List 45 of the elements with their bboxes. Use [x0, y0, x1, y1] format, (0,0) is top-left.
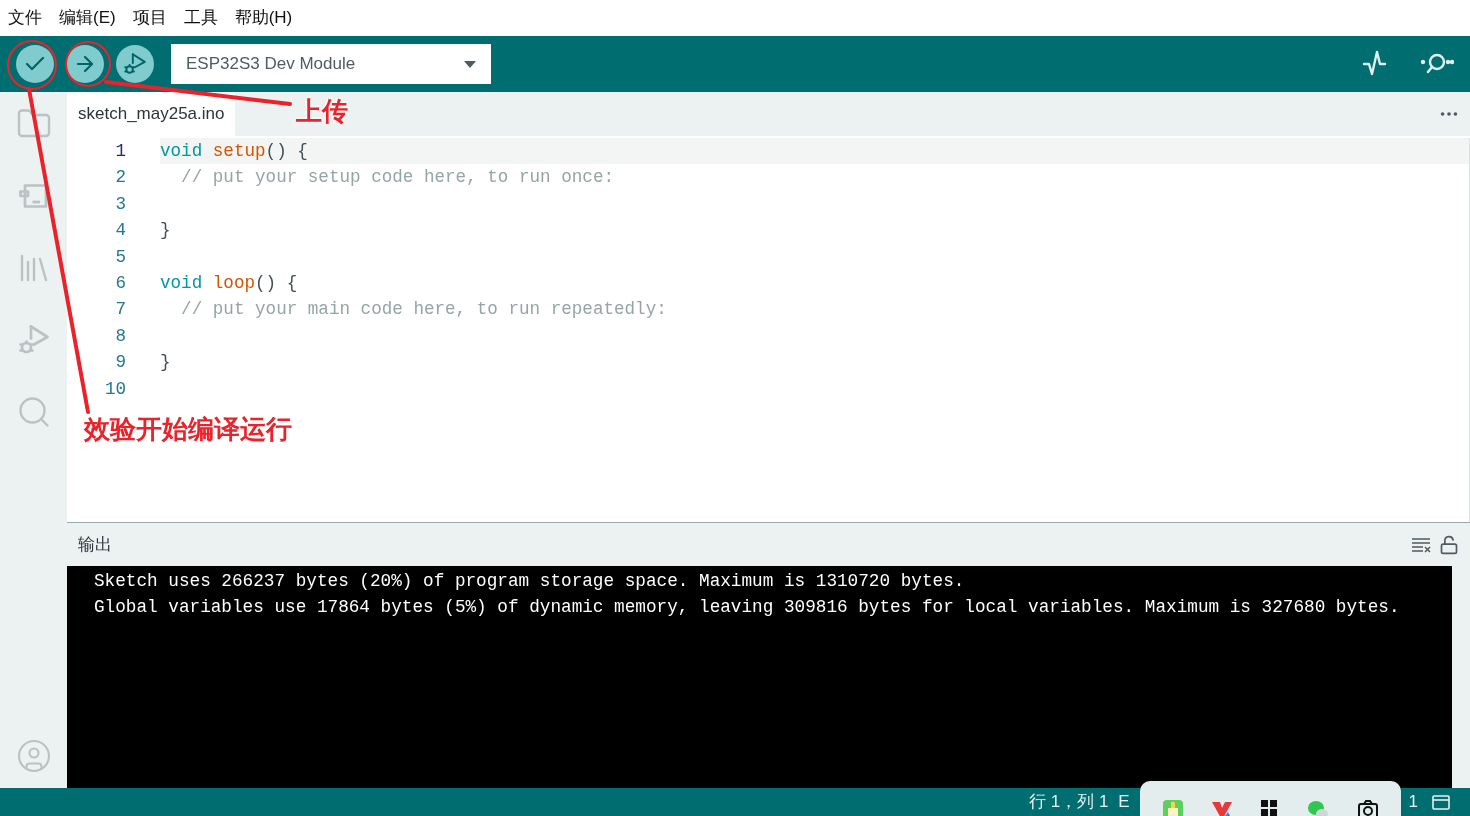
code-line: void loop() {	[160, 272, 298, 293]
verify-button[interactable]	[16, 45, 54, 83]
windows-icon[interactable]	[1261, 800, 1278, 816]
menu-item[interactable]: 项目	[132, 5, 167, 31]
line-number: 7	[115, 298, 126, 322]
line-number: 6	[115, 271, 126, 295]
line-number: 10	[104, 377, 126, 401]
board-select[interactable]: ESP32S3 Dev Module	[171, 44, 491, 84]
code-line: }	[160, 220, 171, 241]
plotter-icon[interactable]	[1362, 50, 1388, 78]
window-icon[interactable]	[1432, 794, 1450, 810]
line-number: 5	[115, 245, 126, 269]
code-line: // put your setup code here, to run once:	[180, 167, 614, 188]
line-number: 4	[115, 219, 126, 243]
output-title: 输出	[78, 533, 112, 556]
annotation-circle	[7, 40, 57, 90]
status-count: 1	[1408, 791, 1418, 814]
upload-button[interactable]	[66, 45, 104, 83]
line-number: 9	[115, 351, 126, 375]
annotation-circle	[65, 41, 111, 87]
annotation-label: 上传	[296, 95, 348, 128]
file-tab[interactable]: sketch_may25a.ino	[67, 92, 236, 136]
code-line: void setup() {	[160, 141, 308, 161]
console-line: Sketch uses 266237 bytes (20%) of program storage space. Maximum is 1310720 bytes.	[94, 570, 966, 593]
debug-icon	[122, 51, 148, 77]
menu-item[interactable]: 帮助(H)	[234, 5, 293, 31]
unlocked-icon[interactable]	[1439, 534, 1459, 555]
annotation-label: 效验开始编译运行	[84, 413, 292, 446]
menu-item[interactable]: 文件	[8, 5, 42, 31]
code-line: }	[160, 352, 171, 373]
clear-output-icon[interactable]	[1411, 536, 1431, 553]
menu-item[interactable]: 编辑(E)	[59, 5, 116, 31]
dropdown-caret-icon	[464, 60, 476, 68]
console-line: Global variables use 17864 bytes (5%) of dynamic memory, leaving 309816 bytes for local variables. Maximum is 327680 bytes.	[94, 596, 1401, 619]
line-number: 2	[115, 166, 126, 190]
line-number: 1	[115, 140, 126, 163]
debug-button[interactable]	[116, 45, 154, 83]
line-number: 3	[115, 192, 126, 216]
app-icon[interactable]	[1212, 800, 1233, 816]
cursor-position: 行 1，列 1	[1029, 791, 1109, 814]
line-number: 8	[115, 324, 126, 348]
status-text: E	[1118, 791, 1130, 814]
menu-item[interactable]: 工具	[183, 5, 218, 31]
code-line: // put your main code here, to run repeatedly:	[180, 299, 667, 320]
camera-icon[interactable]	[1358, 800, 1379, 816]
